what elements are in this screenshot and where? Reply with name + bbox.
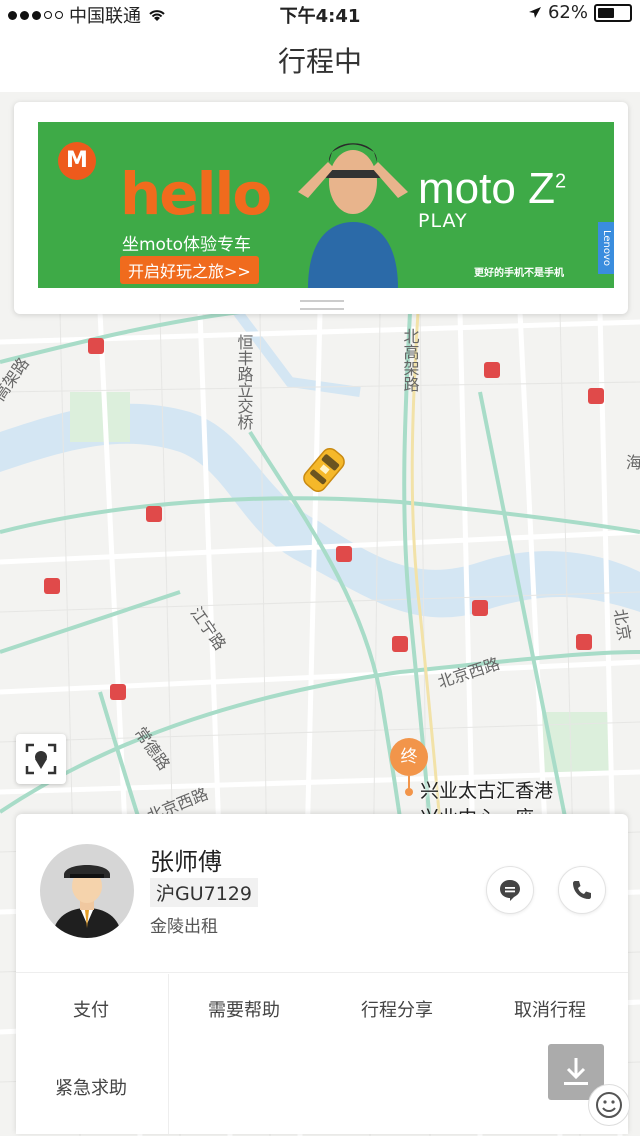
ad-banner[interactable]: M hello 坐moto体验专车 开启好玩之旅>> moto Z2 PLAY … (38, 122, 614, 288)
destination-marker[interactable]: 终 (390, 738, 428, 796)
status-bar: 中国联通 下午4:41 62% (0, 0, 640, 27)
page-title: 行程中 (277, 45, 362, 78)
license-plate: 沪GU7129 (150, 878, 258, 907)
pay-button[interactable]: 支付 (16, 996, 166, 1022)
card-divider (16, 972, 628, 973)
ad-slogan: 坐moto体验专车 (122, 235, 252, 255)
map-label-beijing: 北京 (610, 607, 634, 642)
taxi-icon (303, 447, 345, 493)
driver-card: 张师傅 沪GU7129 金陵出租 支付 需要帮助 行程分享 取消行程 紧急求助 (16, 814, 628, 1134)
map-label-hai: 海 (626, 453, 640, 472)
message-button[interactable] (486, 866, 534, 914)
feedback-button[interactable] (588, 1084, 630, 1126)
destination-pin-dot (405, 788, 413, 796)
driver-avatar-image (52, 865, 122, 938)
emergency-button[interactable]: 紧急求助 (16, 1074, 166, 1100)
ad-brand-play: PLAY (418, 210, 468, 232)
battery-icon (594, 3, 632, 22)
destination-name-line1: 兴业太古汇香港 (420, 780, 554, 802)
location-arrow-icon (528, 6, 541, 18)
motorola-logo-icon: M (58, 142, 96, 180)
driver-avatar (40, 844, 134, 938)
map-label-changde: 常德路 (131, 723, 174, 773)
battery-fill (598, 7, 614, 18)
taxi-company: 金陵出租 (150, 917, 218, 937)
navigation-bar: 行程中 (0, 26, 640, 93)
cancel-trip-button[interactable]: 取消行程 (475, 996, 625, 1022)
battery-percent: 62% (547, 2, 588, 23)
ad-model-figure (298, 143, 408, 288)
map-label-hengfeng: 恒丰路立交桥 (235, 334, 254, 430)
share-trip-button[interactable]: 行程分享 (322, 996, 472, 1022)
status-right: 62% (528, 2, 632, 23)
locate-button[interactable] (16, 734, 66, 784)
call-button[interactable] (558, 866, 606, 914)
ad-banner-card[interactable]: M hello 坐moto体验专车 开启好玩之旅>> moto Z2 PLAY … (14, 102, 628, 314)
map-label-jiangning: 江宁路 (187, 603, 230, 653)
help-button[interactable]: 需要帮助 (169, 996, 319, 1022)
map-label-north-elevated: 北高架路 (401, 328, 420, 392)
phone-icon (573, 881, 591, 899)
ad-collapse-handle[interactable] (300, 300, 344, 310)
ad-cta-button[interactable]: 开启好玩之旅>> (120, 256, 259, 284)
driver-name: 张师傅 (150, 848, 222, 876)
download-icon (564, 1058, 588, 1085)
ad-tagline: 更好的手机不是手机 (474, 268, 564, 279)
lenovo-logo: Lenovo (598, 222, 614, 274)
destination-pin: 终 (390, 738, 428, 776)
message-icon (500, 880, 520, 901)
smile-icon (596, 1092, 622, 1118)
locate-icon (25, 743, 57, 775)
ad-brand-moto: moto Z2 (418, 164, 567, 213)
ad-hello-text: hello (120, 160, 272, 228)
